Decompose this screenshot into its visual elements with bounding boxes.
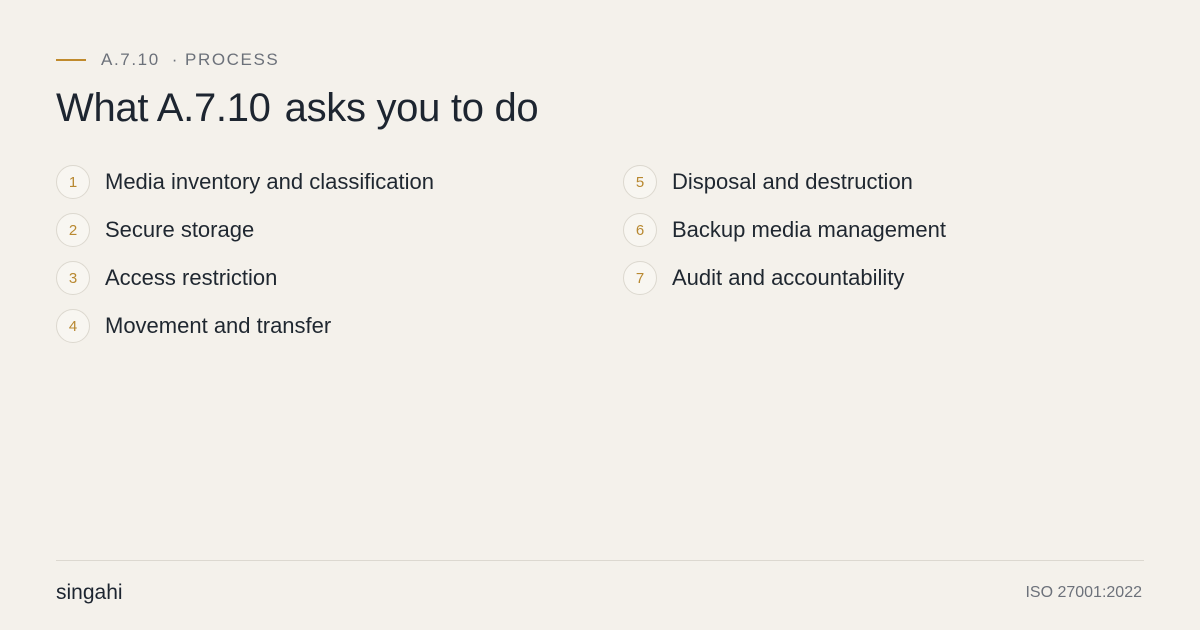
- step-label: Access restriction: [105, 265, 278, 290]
- step-number-badge: 7: [623, 261, 657, 295]
- step-label: Media inventory and classification: [105, 169, 434, 194]
- title-suffix: asks you to do: [284, 86, 539, 130]
- page-title: What A.7.10 asks you to do: [56, 86, 539, 131]
- list-item: 6 Backup media management: [623, 213, 1143, 247]
- title-prefix: What A.7.10: [56, 86, 271, 130]
- step-number-badge: 1: [56, 165, 90, 199]
- list-item: 5 Disposal and destruction: [623, 165, 1143, 199]
- eyebrow: A.7.10 · PROCESS: [56, 50, 279, 70]
- control-code: A.7.10: [101, 50, 160, 69]
- step-number-badge: 5: [623, 165, 657, 199]
- category-label: PROCESS: [185, 50, 280, 69]
- accent-line: [56, 59, 86, 61]
- step-label: Secure storage: [105, 217, 255, 242]
- step-number-badge: 6: [623, 213, 657, 247]
- step-number-badge: 3: [56, 261, 90, 295]
- list-item: 7 Audit and accountability: [623, 261, 1143, 295]
- step-label: Disposal and destruction: [672, 169, 913, 194]
- list-item: 2 Secure storage: [56, 213, 576, 247]
- step-label: Backup media management: [672, 217, 946, 242]
- list-item: 4 Movement and transfer: [56, 309, 576, 343]
- step-label: Audit and accountability: [672, 265, 905, 290]
- standard-label: ISO 27001:2022: [1025, 584, 1142, 601]
- eyebrow-separator: ·: [171, 50, 180, 69]
- step-number-badge: 2: [56, 213, 90, 247]
- brand-name: singahi: [56, 581, 123, 604]
- list-item: 3 Access restriction: [56, 261, 576, 295]
- footer-divider: [56, 560, 1144, 561]
- step-label: Movement and transfer: [105, 313, 332, 338]
- step-number-badge: 4: [56, 309, 90, 343]
- step-list-right: 5 Disposal and destruction 6 Backup medi…: [623, 165, 1143, 309]
- step-list-left: 1 Media inventory and classification 2 S…: [56, 165, 576, 357]
- list-item: 1 Media inventory and classification: [56, 165, 576, 199]
